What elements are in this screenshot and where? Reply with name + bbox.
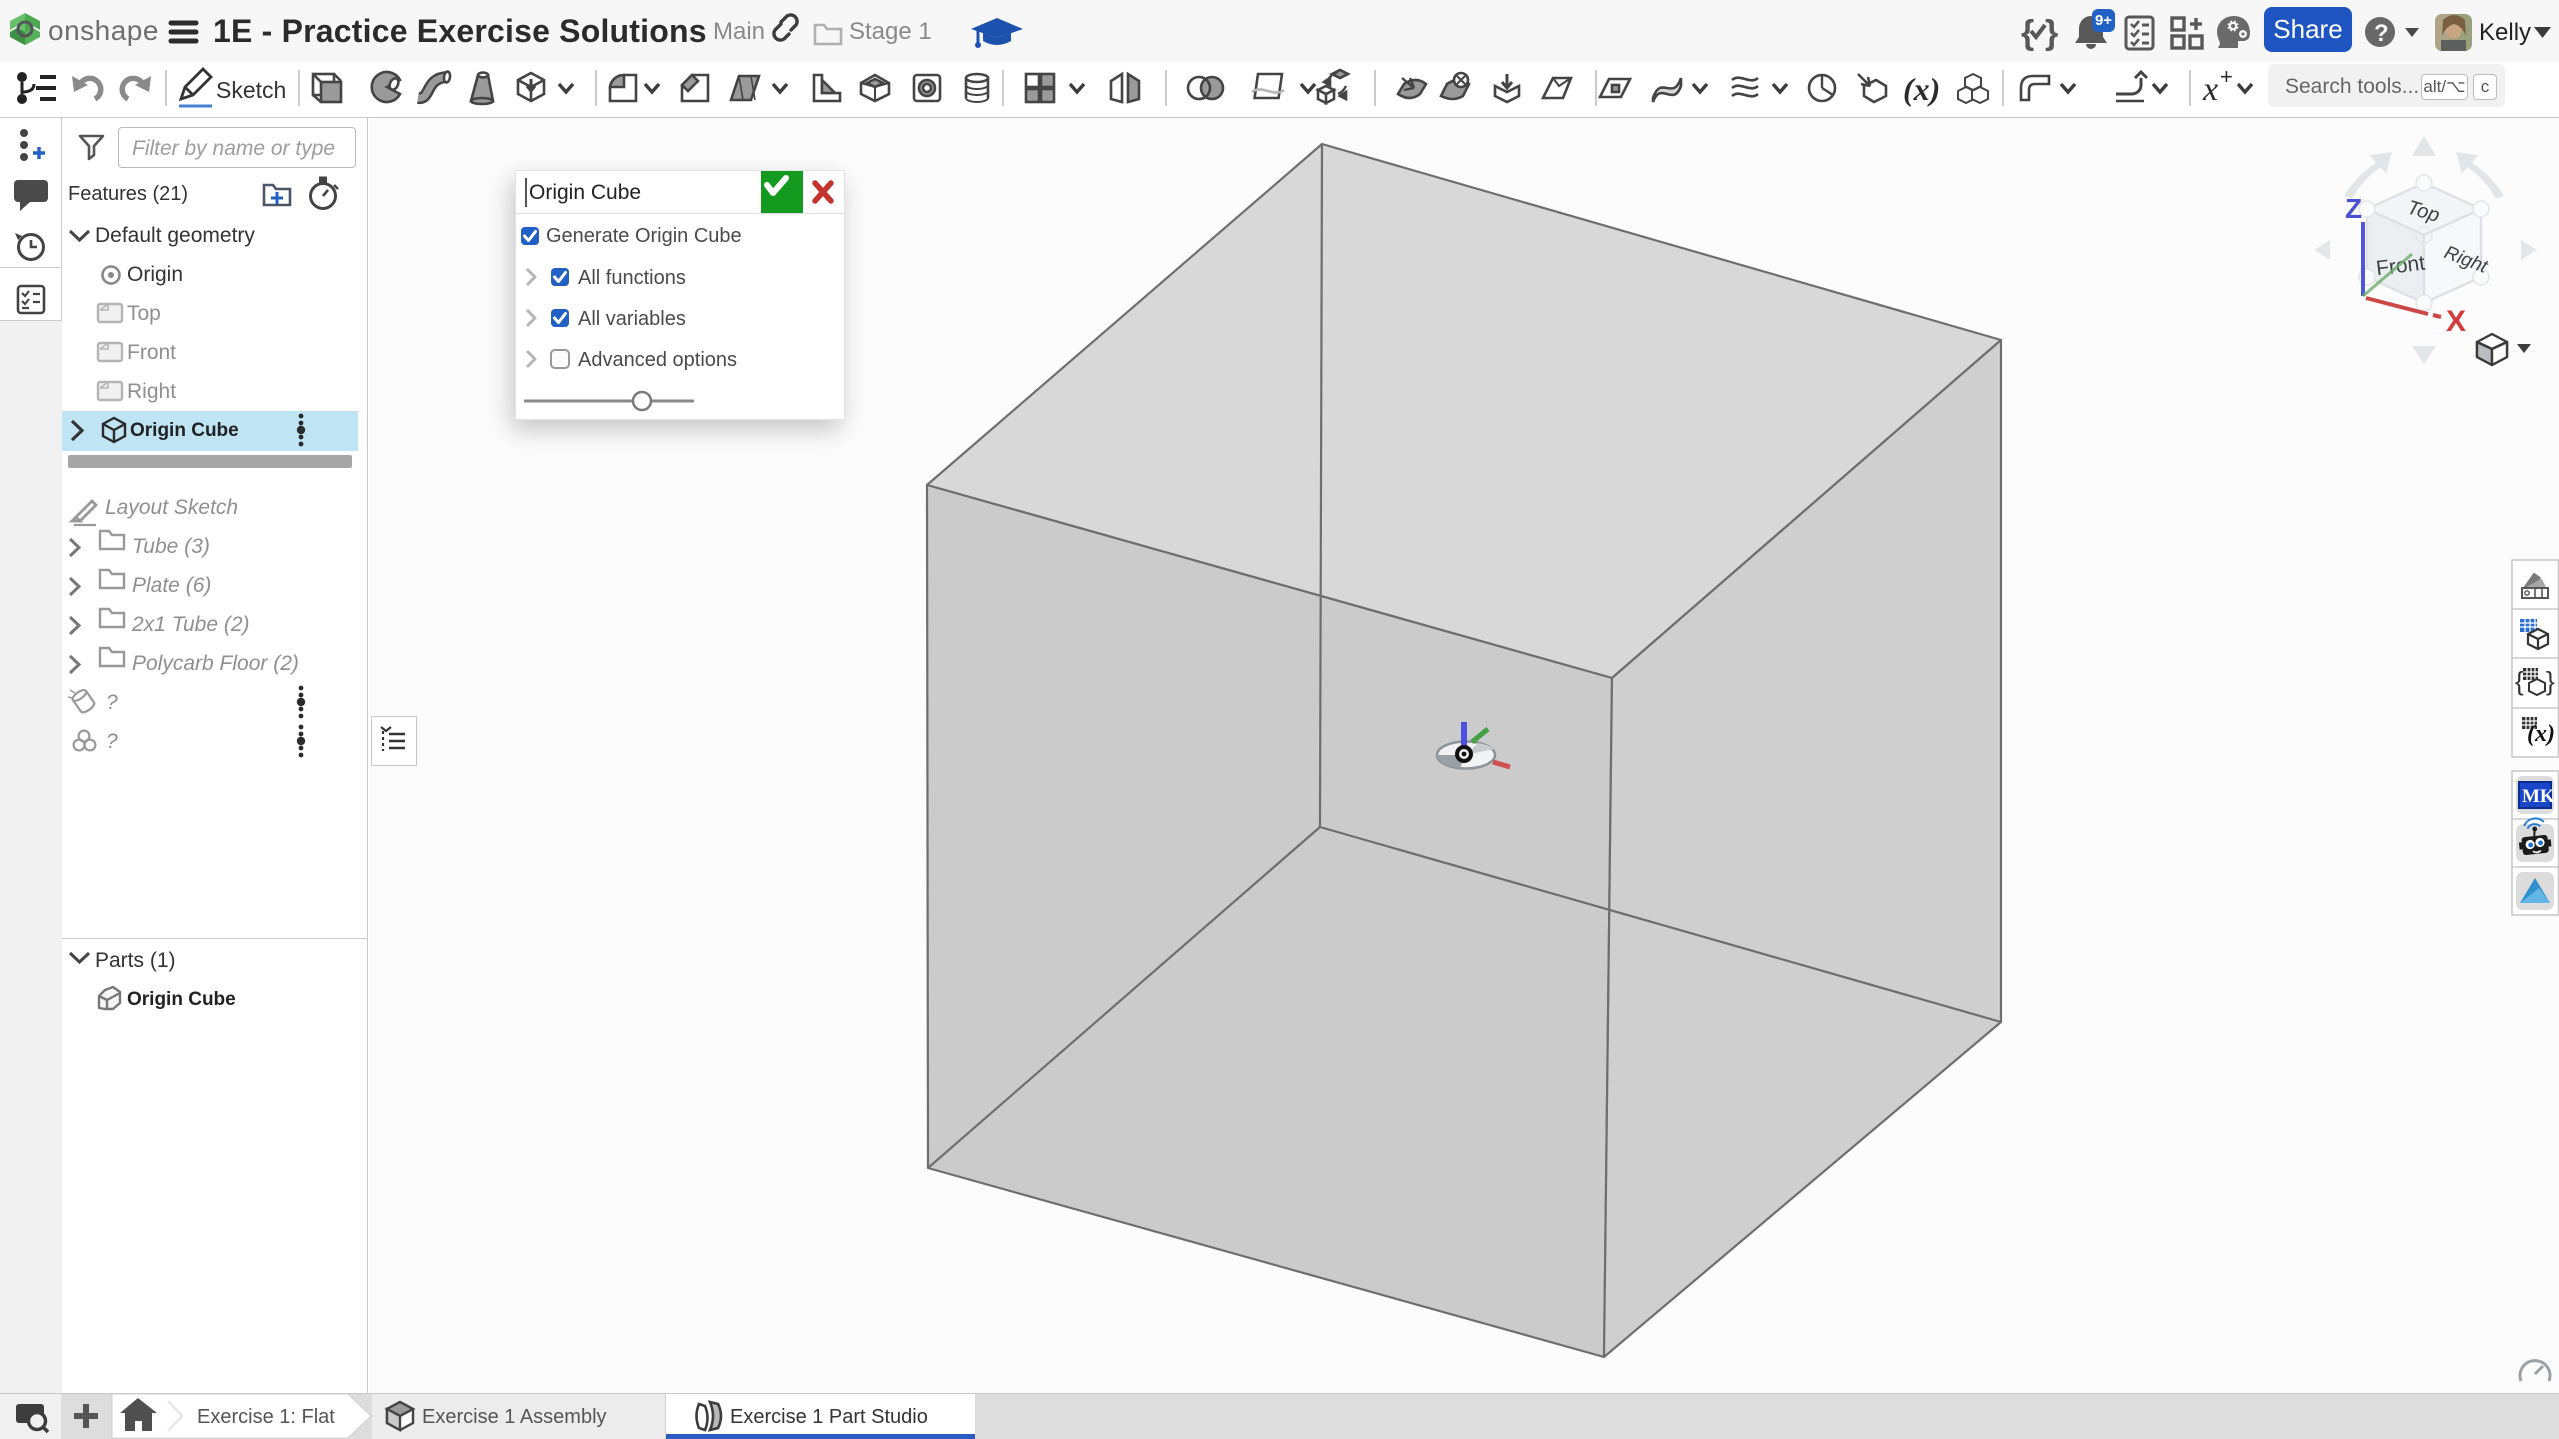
svg-text:X: X: [2446, 305, 2466, 338]
svg-text:Z: Z: [2345, 193, 2362, 224]
